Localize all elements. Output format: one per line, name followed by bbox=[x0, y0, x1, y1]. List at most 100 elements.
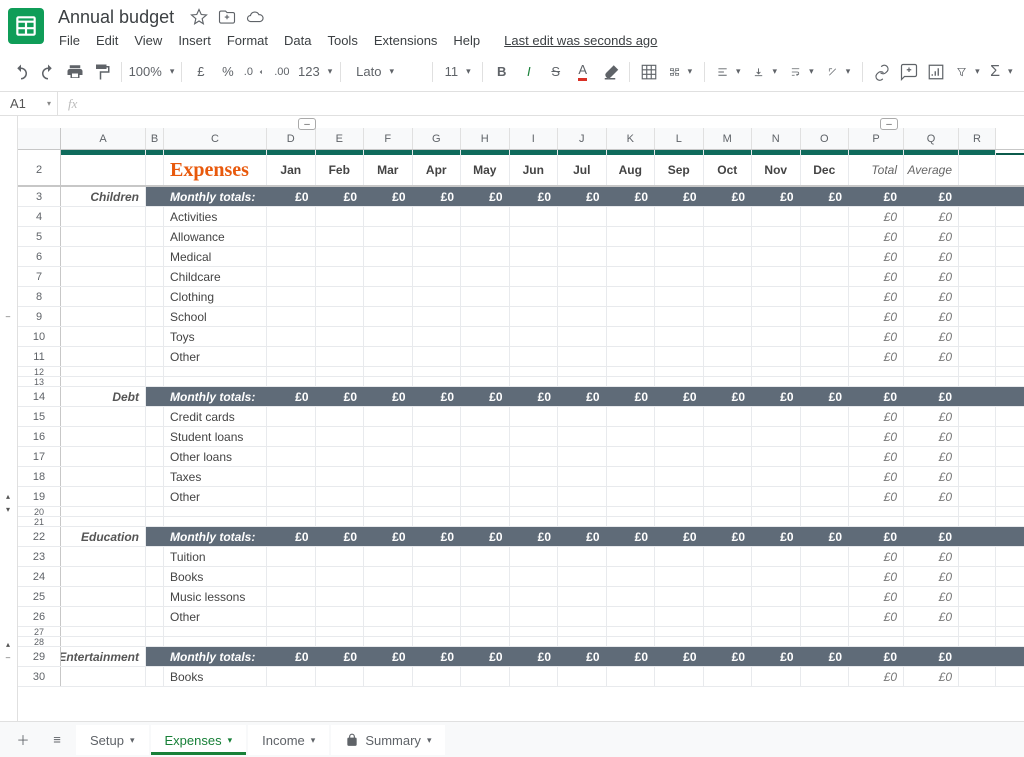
cell[interactable] bbox=[146, 527, 164, 546]
cell[interactable] bbox=[146, 187, 164, 206]
cell[interactable] bbox=[461, 587, 510, 606]
menu-data[interactable]: Data bbox=[277, 29, 318, 52]
cell[interactable]: £0 bbox=[849, 407, 904, 426]
cell[interactable] bbox=[607, 517, 656, 526]
font-size-select[interactable]: 11 bbox=[439, 59, 476, 85]
cell[interactable] bbox=[316, 287, 365, 306]
cell[interactable] bbox=[849, 637, 904, 646]
cell[interactable] bbox=[607, 667, 656, 686]
cell[interactable] bbox=[704, 567, 753, 586]
cell[interactable] bbox=[607, 607, 656, 626]
cell[interactable] bbox=[959, 367, 996, 376]
cell[interactable] bbox=[704, 607, 753, 626]
cell[interactable] bbox=[849, 377, 904, 386]
cell[interactable] bbox=[655, 287, 704, 306]
monthly-totals-label[interactable]: Monthly totals: bbox=[164, 187, 267, 206]
cell[interactable] bbox=[413, 407, 462, 426]
cell[interactable] bbox=[801, 627, 850, 636]
cell[interactable] bbox=[146, 567, 164, 586]
cell[interactable] bbox=[267, 547, 316, 566]
cell[interactable] bbox=[752, 407, 801, 426]
cell[interactable] bbox=[267, 427, 316, 446]
cell[interactable]: £0 bbox=[849, 667, 904, 686]
functions-button[interactable]: Σ bbox=[987, 59, 1016, 85]
line-item[interactable]: Music lessons bbox=[164, 587, 267, 606]
cell[interactable] bbox=[704, 467, 753, 486]
cell[interactable]: £0 bbox=[704, 187, 753, 206]
cell[interactable] bbox=[461, 207, 510, 226]
cell[interactable] bbox=[146, 407, 164, 426]
line-item[interactable]: Activities bbox=[164, 207, 267, 226]
line-item[interactable]: School bbox=[164, 307, 267, 326]
cell[interactable] bbox=[752, 377, 801, 386]
cell[interactable] bbox=[146, 247, 164, 266]
cell[interactable] bbox=[461, 447, 510, 466]
cell[interactable] bbox=[413, 227, 462, 246]
cell[interactable] bbox=[146, 307, 164, 326]
cell[interactable]: £0 bbox=[607, 527, 656, 546]
cell[interactable] bbox=[959, 527, 996, 546]
all-sheets-button[interactable]: ≡ bbox=[42, 726, 72, 754]
month-header[interactable]: Jan bbox=[267, 155, 316, 185]
cell[interactable] bbox=[267, 287, 316, 306]
cell[interactable] bbox=[461, 487, 510, 506]
cell[interactable] bbox=[959, 227, 996, 246]
cell[interactable] bbox=[704, 267, 753, 286]
vertical-align-button[interactable] bbox=[747, 59, 783, 85]
cell[interactable] bbox=[959, 587, 996, 606]
month-header[interactable]: Nov bbox=[752, 155, 801, 185]
cell[interactable] bbox=[316, 227, 365, 246]
category-label[interactable]: Debt bbox=[61, 387, 146, 406]
cloud-status-icon[interactable] bbox=[246, 8, 264, 26]
cell[interactable] bbox=[655, 367, 704, 376]
cell[interactable] bbox=[904, 367, 959, 376]
text-wrap-button[interactable] bbox=[784, 59, 820, 85]
cell[interactable] bbox=[558, 347, 607, 366]
cell[interactable] bbox=[413, 467, 462, 486]
cell[interactable] bbox=[146, 327, 164, 346]
group-toggle-icon[interactable]: – bbox=[3, 652, 13, 662]
cell[interactable] bbox=[61, 447, 146, 466]
cell[interactable] bbox=[607, 507, 656, 516]
cell[interactable] bbox=[267, 207, 316, 226]
cell[interactable] bbox=[364, 327, 413, 346]
month-header[interactable]: Sep bbox=[655, 155, 704, 185]
cell[interactable] bbox=[801, 587, 850, 606]
cell[interactable] bbox=[752, 517, 801, 526]
strikethrough-button[interactable]: S bbox=[543, 59, 569, 85]
cell[interactable] bbox=[655, 347, 704, 366]
cell[interactable]: £0 bbox=[904, 467, 959, 486]
cell[interactable] bbox=[364, 407, 413, 426]
cell[interactable] bbox=[558, 207, 607, 226]
cell[interactable] bbox=[704, 507, 753, 516]
cell[interactable] bbox=[607, 367, 656, 376]
cell[interactable] bbox=[510, 207, 559, 226]
cell[interactable] bbox=[704, 247, 753, 266]
cell[interactable] bbox=[752, 247, 801, 266]
sheet-tab-income[interactable]: Income▾ bbox=[248, 725, 329, 755]
month-header[interactable]: Dec bbox=[801, 155, 850, 185]
cell[interactable] bbox=[959, 607, 996, 626]
cell[interactable] bbox=[461, 367, 510, 376]
cell[interactable] bbox=[364, 487, 413, 506]
cell[interactable] bbox=[364, 377, 413, 386]
redo-button[interactable] bbox=[35, 59, 61, 85]
percent-button[interactable]: % bbox=[215, 59, 241, 85]
cell[interactable] bbox=[655, 207, 704, 226]
cell[interactable] bbox=[607, 247, 656, 266]
cell[interactable] bbox=[752, 307, 801, 326]
cell[interactable] bbox=[904, 517, 959, 526]
cell[interactable] bbox=[752, 467, 801, 486]
cell[interactable] bbox=[510, 567, 559, 586]
cell[interactable] bbox=[558, 327, 607, 346]
cell[interactable] bbox=[510, 287, 559, 306]
cell[interactable] bbox=[959, 307, 996, 326]
cell[interactable] bbox=[704, 227, 753, 246]
cell[interactable] bbox=[558, 307, 607, 326]
cell[interactable]: £0 bbox=[704, 647, 753, 666]
cell[interactable] bbox=[655, 447, 704, 466]
cell[interactable] bbox=[413, 427, 462, 446]
cell[interactable] bbox=[801, 377, 850, 386]
cell[interactable] bbox=[267, 447, 316, 466]
cell[interactable] bbox=[655, 547, 704, 566]
